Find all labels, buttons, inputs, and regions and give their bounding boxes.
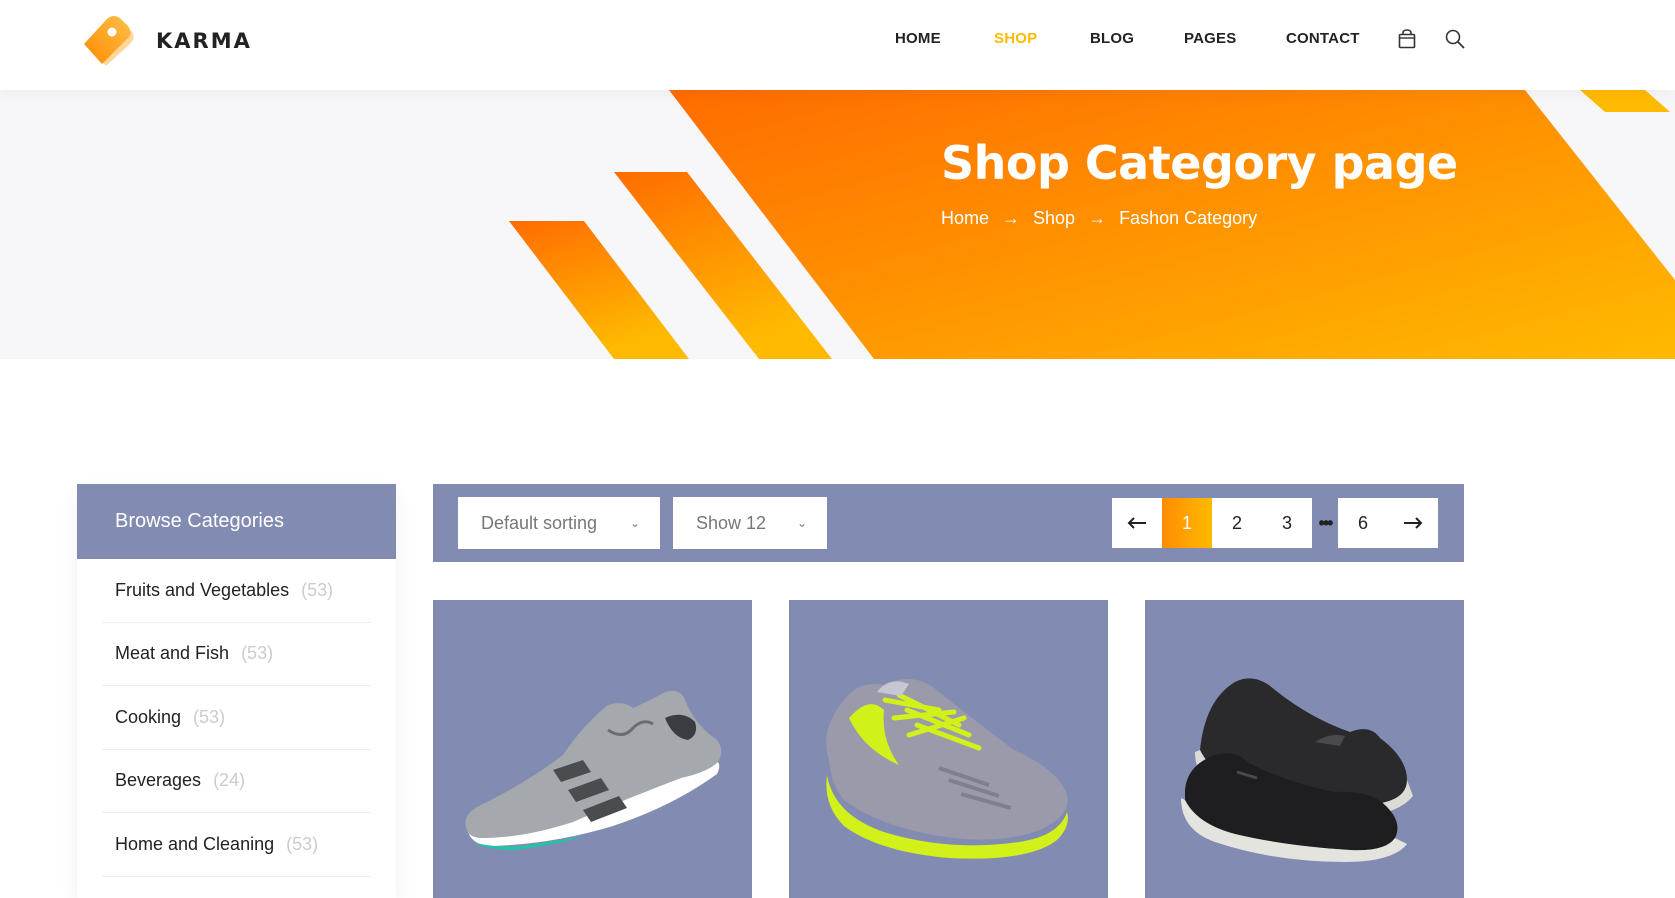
black-slip-on-shoes-image: [1181, 678, 1413, 862]
arrow-right-icon: →: [1002, 208, 1021, 228]
sidebar-title: Browse Categories: [77, 484, 396, 559]
category-item[interactable]: Beverages (24): [102, 750, 371, 813]
sorting-select[interactable]: Default sorting ⌄: [458, 497, 660, 549]
page-button-2[interactable]: 2: [1212, 498, 1262, 548]
logo[interactable]: KARMA: [76, 8, 252, 74]
category-count: (53): [193, 706, 226, 727]
chevron-down-icon: ⌄: [629, 516, 640, 530]
site-header: KARMA HOME SHOP BLOG PAGES CONTACT: [0, 0, 1675, 90]
category-item[interactable]: Fruits and Vegetables (53): [102, 559, 371, 623]
product-card[interactable]: [433, 600, 752, 898]
page-title: Shop Category page: [941, 136, 1458, 190]
page-button-6[interactable]: 6: [1338, 498, 1388, 548]
category-label: Home and Cleaning: [115, 833, 275, 854]
nav-blog[interactable]: BLOG: [1090, 30, 1134, 47]
category-label: Beverages: [115, 770, 202, 791]
shopping-bag-icon[interactable]: [1396, 28, 1418, 50]
product-card[interactable]: [789, 600, 1108, 898]
category-count: (53): [301, 579, 334, 600]
category-count: (53): [286, 833, 319, 854]
page-button-3[interactable]: 3: [1262, 498, 1312, 548]
page-banner: Shop Category page Home → Shop → Fashon …: [0, 90, 1675, 359]
show-count-select[interactable]: Show 12 ⌄: [673, 497, 827, 549]
grey-running-shoe-image: [465, 691, 722, 850]
breadcrumb-shop[interactable]: Shop: [1033, 208, 1075, 229]
show-count-value: Show 12: [696, 513, 767, 533]
lime-laced-sneaker-image: [826, 678, 1068, 859]
pagination: 1 2 3 ••• 6: [1112, 498, 1438, 548]
filter-bar: Default sorting ⌄ Show 12 ⌄ 1 2 3 ••• 6: [433, 484, 1464, 562]
breadcrumb-current: Fashon Category: [1119, 208, 1258, 228]
category-count: (53): [241, 643, 274, 664]
next-page-button[interactable]: [1388, 498, 1438, 548]
category-count: (24): [213, 770, 246, 791]
category-list: Fruits and Vegetables (53) Meat and Fish…: [77, 559, 396, 877]
search-icon[interactable]: [1444, 28, 1466, 50]
category-item[interactable]: Cooking (53): [102, 686, 371, 750]
banner-decoration: [509, 90, 1675, 359]
category-item[interactable]: Meat and Fish (53): [102, 623, 371, 686]
nav-pages[interactable]: PAGES: [1184, 30, 1236, 47]
nav-shop[interactable]: SHOP: [994, 30, 1037, 47]
chevron-down-icon: ⌄: [796, 516, 807, 530]
brand-name: KARMA: [156, 29, 252, 53]
arrow-left-icon: [1127, 517, 1146, 529]
page-button-1[interactable]: 1: [1162, 498, 1212, 548]
breadcrumb-home[interactable]: Home: [941, 208, 989, 229]
category-label: Fruits and Vegetables: [115, 579, 290, 600]
category-label: Meat and Fish: [115, 643, 230, 664]
category-sidebar: Browse Categories Fruits and Vegetables …: [77, 484, 396, 898]
prev-page-button[interactable]: [1112, 498, 1162, 548]
category-item[interactable]: Home and Cleaning (53): [102, 813, 371, 877]
nav-home[interactable]: HOME: [895, 30, 941, 47]
pagination-ellipsis: •••: [1318, 512, 1334, 533]
product-card[interactable]: [1145, 600, 1464, 898]
sorting-value: Default sorting: [481, 513, 598, 533]
arrow-right-icon: [1404, 517, 1423, 529]
breadcrumb: Home → Shop → Fashon Category: [941, 208, 1257, 229]
logo-icon: [84, 16, 134, 66]
category-label: Cooking: [115, 706, 182, 727]
arrow-right-icon: →: [1088, 208, 1107, 228]
nav-contact[interactable]: CONTACT: [1286, 30, 1360, 47]
